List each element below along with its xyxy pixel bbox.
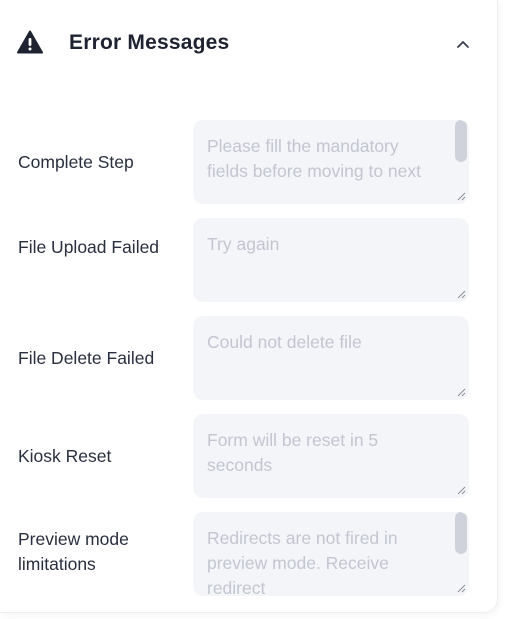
message-row-complete-step: Complete Step Please fill the mandatory … bbox=[0, 120, 497, 204]
message-row-file-upload-failed: File Upload Failed Try again bbox=[0, 218, 497, 302]
textarea-placeholder: Try again bbox=[207, 234, 280, 254]
textarea-placeholder: Could not delete file bbox=[207, 332, 362, 352]
section-title: Error Messages bbox=[69, 31, 230, 54]
message-label: File Upload Failed bbox=[18, 237, 160, 257]
textarea-placeholder: Form will be reset in 5 seconds bbox=[207, 430, 379, 475]
message-row-kiosk-reset: Kiosk Reset Form will be reset in 5 seco… bbox=[0, 414, 497, 498]
panel-header[interactable]: Error Messages bbox=[0, 0, 497, 92]
message-label: Kiosk Reset bbox=[18, 446, 112, 466]
message-textarea[interactable]: Please fill the mandatory fields before … bbox=[193, 120, 469, 204]
warning-icon bbox=[17, 30, 43, 54]
resize-handle-icon[interactable] bbox=[456, 387, 466, 397]
message-label: Complete Step bbox=[18, 152, 134, 172]
textarea-scrollbar[interactable] bbox=[455, 512, 467, 554]
message-label: File Delete Failed bbox=[18, 348, 155, 368]
message-row-preview-mode-limitations: Preview mode limitations Redirects are n… bbox=[0, 512, 497, 596]
chevron-up-icon[interactable] bbox=[449, 30, 477, 58]
textarea-placeholder: Please fill the mandatory fields before … bbox=[207, 136, 422, 181]
textarea-placeholder: Redirects are not fired in preview mode.… bbox=[207, 528, 398, 596]
error-messages-panel: Error Messages Complete Step Please fill… bbox=[0, 0, 498, 613]
resize-handle-icon[interactable] bbox=[456, 583, 466, 593]
message-textarea[interactable]: Could not delete file bbox=[193, 316, 469, 400]
message-textarea[interactable]: Form will be reset in 5 seconds bbox=[193, 414, 469, 498]
resize-handle-icon[interactable] bbox=[456, 191, 466, 201]
resize-handle-icon[interactable] bbox=[456, 289, 466, 299]
textarea-scrollbar[interactable] bbox=[455, 120, 467, 162]
message-row-file-delete-failed: File Delete Failed Could not delete file bbox=[0, 316, 497, 400]
message-textarea[interactable]: Redirects are not fired in preview mode.… bbox=[193, 512, 469, 596]
resize-handle-icon[interactable] bbox=[456, 485, 466, 495]
message-label: Preview mode limitations bbox=[18, 529, 129, 574]
message-textarea[interactable]: Try again bbox=[193, 218, 469, 302]
